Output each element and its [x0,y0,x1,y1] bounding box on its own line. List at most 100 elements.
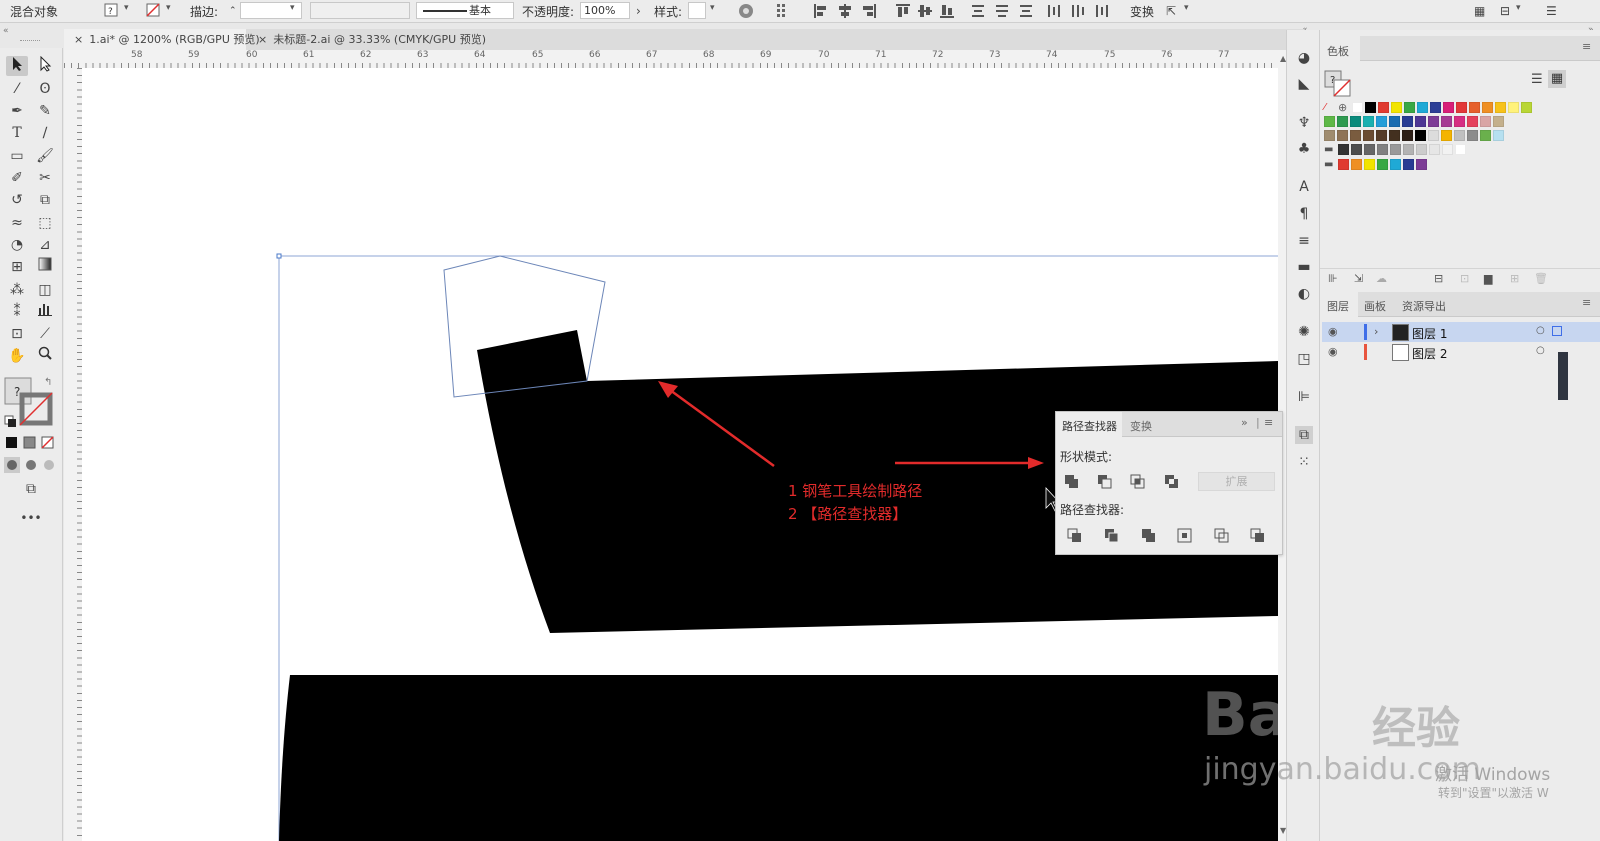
color-swatch[interactable] [1352,102,1363,113]
magic-wand-tool-icon[interactable]: ⁄ [6,79,28,99]
swatch-options-icon[interactable]: ⊟ [1434,272,1443,285]
layer-row-1[interactable]: ◉ › 图层 1 ○ [1322,322,1600,342]
crop-button[interactable] [1177,528,1193,544]
brush-definition-select[interactable]: 基本 [416,2,514,19]
show-kinds-icon[interactable]: ⇲ [1354,272,1363,285]
chevron-down-icon[interactable]: ▾ [710,3,715,13]
perspective-grid-tool-icon[interactable]: ⊿ [34,235,56,255]
color-swatch[interactable] [1430,102,1441,113]
new-swatch-icon[interactable]: ⊞ [1510,272,1519,285]
target-icon[interactable]: ○ [1536,325,1545,336]
color-swatch[interactable] [1402,130,1413,141]
unite-button[interactable] [1064,474,1080,490]
chevron-right-icon[interactable]: › [636,3,641,19]
grid-view-icon[interactable]: ▦ [1548,70,1566,88]
transform-panel-icon[interactable]: ⁙ [1295,453,1313,471]
color-swatch[interactable] [1480,116,1491,127]
color-swatch[interactable] [1363,130,1374,141]
fill-stroke-widget[interactable]: ? ↰ [4,375,58,431]
color-swatch[interactable] [1467,116,1478,127]
close-icon[interactable]: × [74,33,83,46]
screen-mode-icon[interactable]: ⧉ [20,479,42,499]
scissors-tool-icon[interactable]: ✂ [34,168,56,188]
color-swatch[interactable] [1429,144,1440,155]
lasso-tool-icon[interactable]: ʘ [34,79,56,99]
eyedropper-tool-icon[interactable]: ⁂ [6,280,28,300]
color-swatch[interactable] [1428,116,1439,127]
chevron-down-icon[interactable]: ▾ [166,3,171,13]
curvature-tool-icon[interactable]: ✎ [34,101,56,121]
divide-button[interactable] [1067,528,1083,544]
color-swatch[interactable] [1324,130,1335,141]
chevron-down-icon[interactable]: ▾ [290,3,295,13]
chevron-down-icon[interactable]: ▾ [124,3,129,13]
selection-tool-icon[interactable] [6,56,28,76]
gradient-tool-icon[interactable] [34,257,56,277]
color-swatch[interactable] [1377,144,1388,155]
graphic-styles-icon[interactable]: ◳ [1295,350,1313,368]
color-swatch[interactable] [1389,116,1400,127]
mesh-tool-icon[interactable]: ⊞ [6,257,28,277]
eye-icon[interactable]: ◉ [1328,345,1338,358]
character-icon[interactable]: A [1295,178,1313,196]
eye-icon[interactable]: ◉ [1328,325,1338,338]
list-view-icon[interactable]: ☰ [1531,72,1543,87]
style-swatch[interactable] [688,2,706,19]
color-swatch[interactable] [1493,116,1504,127]
color-swatch[interactable] [1391,102,1402,113]
color-swatch[interactable] [1493,130,1504,141]
color-swatch[interactable] [1402,116,1413,127]
color-swatch[interactable] [1415,116,1426,127]
selection-indicator[interactable] [1552,326,1562,336]
minus-front-button[interactable] [1097,474,1113,490]
tab-document-2[interactable]: × 未标题-2.ai @ 33.33% (CMYK/GPU 预览) [248,29,486,50]
expand-icon[interactable]: » [1241,416,1248,429]
tab-artboards[interactable]: 画板 [1364,298,1386,314]
panel-menu-icon[interactable]: ≡ [1582,40,1591,53]
blend-tool-icon[interactable]: ◫ [34,280,56,300]
brushes-icon[interactable]: ♆ [1295,114,1313,132]
tab-swatches[interactable]: 色板 [1320,36,1360,61]
gradient-panel-icon[interactable]: ▬ [1295,258,1313,276]
color-group-icon[interactable]: ⊡ [1460,272,1469,285]
zoom-tool-icon[interactable] [34,346,56,366]
color-swatch[interactable] [1338,159,1349,170]
color-swatch[interactable] [1469,102,1480,113]
variable-width-select[interactable] [310,2,410,19]
line-tool-icon[interactable]: ∕ [34,123,56,143]
expand-button[interactable]: 扩展 [1198,472,1275,491]
panel-menu-icon[interactable]: ≡ [1582,296,1591,309]
registration-swatch-icon[interactable]: ⊕ [1338,101,1347,114]
symbols-icon[interactable]: ♣ [1295,140,1313,158]
tab-pathfinder[interactable]: 路径查找器 [1056,412,1122,437]
color-swatch[interactable] [1495,102,1506,113]
color-swatch[interactable] [1364,144,1375,155]
color-swatch[interactable] [1521,102,1532,113]
layer-name[interactable]: 图层 1 [1412,325,1447,342]
target-icon[interactable]: ○ [1536,345,1545,356]
intersect-button[interactable] [1130,474,1146,490]
color-swatch[interactable] [1376,116,1387,127]
trash-icon[interactable]: 🗑 [1534,272,1548,285]
stepper-icon[interactable]: ⌃ [229,3,237,19]
transform-link[interactable]: 变换 [1130,3,1154,20]
properties-icon[interactable]: ◣ [1295,75,1313,93]
color-swatch[interactable] [1428,130,1439,141]
merge-button[interactable] [1141,528,1157,544]
color-swatch[interactable] [1441,130,1452,141]
opacity-input[interactable]: 100% [580,2,630,19]
fill-swatch-icon[interactable]: ? [104,3,118,21]
tab-transform[interactable]: 变换 [1130,418,1152,434]
color-swatch[interactable] [1337,116,1348,127]
color-swatch[interactable] [1415,130,1426,141]
pathfinder-panel-icon[interactable]: ⧉ [1295,426,1313,444]
color-swatch[interactable] [1443,102,1454,113]
color-swatch[interactable] [1350,130,1361,141]
color-swatch[interactable] [1403,159,1414,170]
color-swatch[interactable] [1363,116,1374,127]
color-swatch[interactable] [1456,102,1467,113]
none-swatch-icon[interactable]: ⁄ [1324,102,1326,113]
color-mode-buttons[interactable] [4,435,58,451]
chevron-right-icon[interactable]: › [1374,325,1378,338]
color-swatch[interactable] [1482,102,1493,113]
